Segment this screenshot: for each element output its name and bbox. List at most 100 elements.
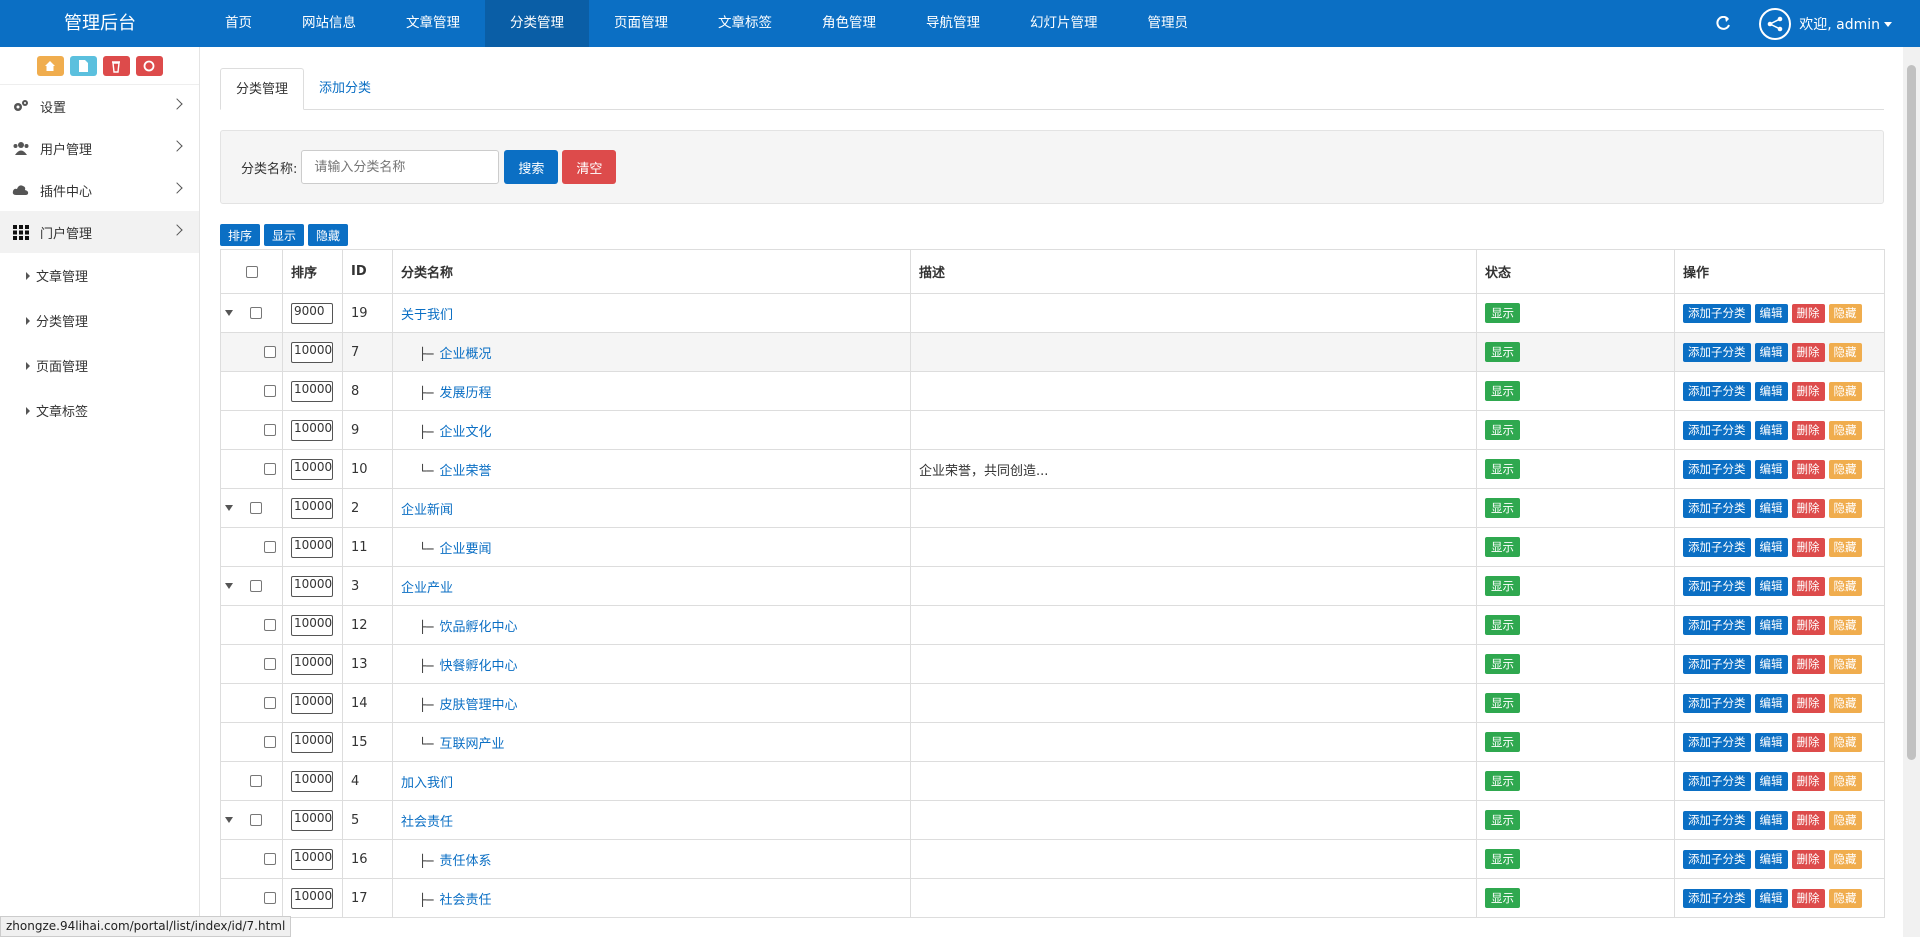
row-checkbox[interactable] <box>263 346 276 358</box>
edit-button[interactable]: 编辑 <box>1754 888 1788 908</box>
expand-caret-icon[interactable] <box>225 310 233 316</box>
sidebar-subitem-3[interactable]: 文章标签 <box>0 388 199 433</box>
delete-button[interactable]: 删除 <box>1791 381 1825 401</box>
sort-input[interactable]: 10000 <box>291 380 333 402</box>
sidebar-item-3[interactable]: 门户管理 <box>0 211 199 253</box>
nav-item-4[interactable]: 页面管理 <box>589 0 693 47</box>
page-scrollbar[interactable] <box>1903 47 1920 937</box>
delete-button[interactable]: 删除 <box>1791 498 1825 518</box>
edit-button[interactable]: 编辑 <box>1754 420 1788 440</box>
add-subcategory-button[interactable]: 添加子分类 <box>1683 537 1751 557</box>
add-subcategory-button[interactable]: 添加子分类 <box>1683 732 1751 752</box>
delete-button[interactable]: 删除 <box>1791 849 1825 869</box>
row-checkbox[interactable] <box>263 385 276 397</box>
category-name-link[interactable]: 加入我们 <box>401 776 453 791</box>
category-name-link[interactable]: 饮品孵化中心 <box>439 620 517 635</box>
sort-input[interactable]: 10000 <box>291 341 333 363</box>
delete-button[interactable]: 删除 <box>1791 771 1825 791</box>
sort-input[interactable]: 10000 <box>291 770 333 792</box>
delete-button[interactable]: 删除 <box>1791 420 1825 440</box>
add-subcategory-button[interactable]: 添加子分类 <box>1683 849 1751 869</box>
status-badge[interactable]: 显示 <box>1485 771 1520 791</box>
row-checkbox[interactable] <box>263 892 276 904</box>
refresh-icon[interactable] <box>1715 15 1731 32</box>
add-subcategory-button[interactable]: 添加子分类 <box>1683 498 1751 518</box>
hide-button[interactable]: 隐藏 <box>1828 576 1862 596</box>
edit-button[interactable]: 编辑 <box>1754 342 1788 362</box>
sort-input[interactable]: 10000 <box>291 614 333 636</box>
quick-button-1[interactable] <box>69 55 97 76</box>
edit-button[interactable]: 编辑 <box>1754 732 1788 752</box>
tab-1[interactable]: 添加分类 <box>304 68 386 110</box>
category-name-link[interactable]: 关于我们 <box>401 308 453 323</box>
delete-button[interactable]: 删除 <box>1791 459 1825 479</box>
hide-button[interactable]: 隐藏 <box>1828 771 1862 791</box>
status-badge[interactable]: 显示 <box>1485 498 1520 518</box>
delete-button[interactable]: 删除 <box>1791 342 1825 362</box>
status-badge[interactable]: 显示 <box>1485 576 1520 596</box>
hide-button[interactable]: 隐藏 <box>1828 654 1862 674</box>
category-name-link[interactable]: 社会责任 <box>401 815 453 830</box>
row-checkbox[interactable] <box>263 541 276 553</box>
status-badge[interactable]: 显示 <box>1485 810 1520 830</box>
select-all-checkbox[interactable] <box>245 265 258 278</box>
add-subcategory-button[interactable]: 添加子分类 <box>1683 303 1751 323</box>
sidebar-item-0[interactable]: 设置 <box>0 85 199 127</box>
category-name-link[interactable]: 互联网产业 <box>439 737 504 752</box>
status-badge[interactable]: 显示 <box>1485 732 1520 752</box>
hide-button[interactable]: 隐藏 <box>1828 381 1862 401</box>
add-subcategory-button[interactable]: 添加子分类 <box>1683 459 1751 479</box>
toolbar-button-2[interactable]: 隐藏 <box>308 224 349 246</box>
add-subcategory-button[interactable]: 添加子分类 <box>1683 810 1751 830</box>
sort-input[interactable]: 10000 <box>291 809 333 831</box>
nav-item-2[interactable]: 文章管理 <box>381 0 485 47</box>
row-checkbox[interactable] <box>263 697 276 709</box>
delete-button[interactable]: 删除 <box>1791 576 1825 596</box>
expand-caret-icon[interactable] <box>225 583 233 589</box>
brand-title[interactable]: 管理后台 <box>0 0 200 47</box>
nav-item-1[interactable]: 网站信息 <box>277 0 381 47</box>
quick-button-2[interactable] <box>102 55 130 76</box>
add-subcategory-button[interactable]: 添加子分类 <box>1683 381 1751 401</box>
edit-button[interactable]: 编辑 <box>1754 576 1788 596</box>
avatar[interactable] <box>1759 7 1792 40</box>
delete-button[interactable]: 删除 <box>1791 303 1825 323</box>
category-name-link[interactable]: 企业荣誉 <box>439 464 491 479</box>
edit-button[interactable]: 编辑 <box>1754 849 1788 869</box>
hide-button[interactable]: 隐藏 <box>1828 732 1862 752</box>
row-checkbox[interactable] <box>249 580 262 592</box>
row-checkbox[interactable] <box>249 307 262 319</box>
add-subcategory-button[interactable]: 添加子分类 <box>1683 693 1751 713</box>
sidebar-subitem-2[interactable]: 页面管理 <box>0 343 199 388</box>
row-checkbox[interactable] <box>249 502 262 514</box>
category-name-link[interactable]: 企业概况 <box>439 347 491 362</box>
status-badge[interactable]: 显示 <box>1485 537 1520 557</box>
hide-button[interactable]: 隐藏 <box>1828 849 1862 869</box>
status-badge[interactable]: 显示 <box>1485 693 1520 713</box>
row-checkbox[interactable] <box>249 814 262 826</box>
category-name-link[interactable]: 皮肤管理中心 <box>439 698 517 713</box>
sidebar-item-2[interactable]: 插件中心 <box>0 169 199 211</box>
hide-button[interactable]: 隐藏 <box>1828 537 1862 557</box>
user-menu[interactable]: 欢迎, admin <box>1799 14 1892 34</box>
nav-item-0[interactable]: 首页 <box>200 0 277 47</box>
status-badge[interactable]: 显示 <box>1485 615 1520 635</box>
hide-button[interactable]: 隐藏 <box>1828 420 1862 440</box>
col-sort[interactable]: 排序 <box>282 249 343 294</box>
status-badge[interactable]: 显示 <box>1485 381 1520 401</box>
sort-input[interactable]: 10000 <box>291 887 333 909</box>
delete-button[interactable]: 删除 <box>1791 615 1825 635</box>
sort-input[interactable]: 10000 <box>291 731 333 753</box>
add-subcategory-button[interactable]: 添加子分类 <box>1683 771 1751 791</box>
add-subcategory-button[interactable]: 添加子分类 <box>1683 576 1751 596</box>
hide-button[interactable]: 隐藏 <box>1828 693 1862 713</box>
hide-button[interactable]: 隐藏 <box>1828 342 1862 362</box>
quick-button-0[interactable] <box>36 55 64 76</box>
row-checkbox[interactable] <box>249 775 262 787</box>
hide-button[interactable]: 隐藏 <box>1828 498 1862 518</box>
delete-button[interactable]: 删除 <box>1791 537 1825 557</box>
status-badge[interactable]: 显示 <box>1485 420 1520 440</box>
sort-input[interactable]: 10000 <box>291 458 333 480</box>
status-badge[interactable]: 显示 <box>1485 888 1520 908</box>
sort-input[interactable]: 10000 <box>291 419 333 441</box>
